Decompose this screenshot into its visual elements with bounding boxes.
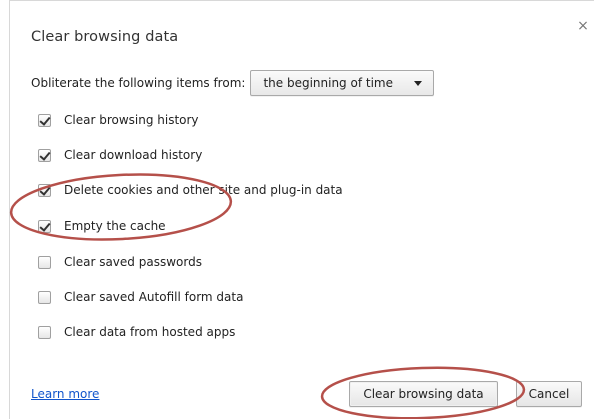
clear-browsing-data-dialog: Clear browsing data × Obliterate the fol…	[0, 0, 594, 419]
time-range-row: Obliterate the following items from: the…	[31, 69, 435, 97]
option-label: Clear saved passwords	[64, 255, 202, 269]
option-label: Clear data from hosted apps	[64, 325, 236, 339]
checkbox[interactable]	[38, 183, 51, 197]
option-clear-download-history[interactable]: Clear download history	[38, 145, 202, 165]
clear-browsing-data-button[interactable]: Clear browsing data	[349, 381, 498, 407]
option-empty-cache[interactable]: Empty the cache	[38, 216, 166, 236]
dialog-title: Clear browsing data	[31, 29, 179, 45]
learn-more-link[interactable]: Learn more	[31, 387, 99, 401]
annotation-overlay	[9, 173, 526, 419]
option-clear-saved-passwords[interactable]: Clear saved passwords	[38, 252, 202, 272]
close-icon[interactable]: ×	[575, 18, 591, 34]
option-label: Clear saved Autofill form data	[64, 290, 244, 304]
checkbox[interactable]	[38, 290, 51, 304]
option-clear-browsing-history[interactable]: Clear browsing history	[38, 110, 199, 130]
option-delete-cookies[interactable]: Delete cookies and other site and plug-i…	[38, 180, 343, 200]
option-clear-autofill-data[interactable]: Clear saved Autofill form data	[38, 287, 243, 307]
time-range-select[interactable]: the beginning of time	[250, 70, 435, 96]
dialog-border	[9, 0, 594, 419]
cancel-button[interactable]: Cancel	[516, 381, 582, 407]
time-range-selected-value: the beginning of time	[263, 76, 393, 90]
checkbox[interactable]	[38, 113, 51, 127]
checkbox[interactable]	[38, 325, 51, 339]
option-label: Delete cookies and other site and plug-i…	[64, 183, 343, 197]
option-label: Clear browsing history	[64, 113, 199, 127]
checkbox[interactable]	[38, 255, 51, 269]
checkbox[interactable]	[38, 148, 51, 162]
time-range-label: Obliterate the following items from:	[31, 76, 246, 90]
option-clear-hosted-app-data[interactable]: Clear data from hosted apps	[38, 322, 235, 342]
option-label: Clear download history	[64, 148, 203, 162]
dropdown-arrow-icon	[414, 81, 423, 86]
checkbox[interactable]	[38, 219, 51, 233]
option-label: Empty the cache	[64, 219, 166, 233]
